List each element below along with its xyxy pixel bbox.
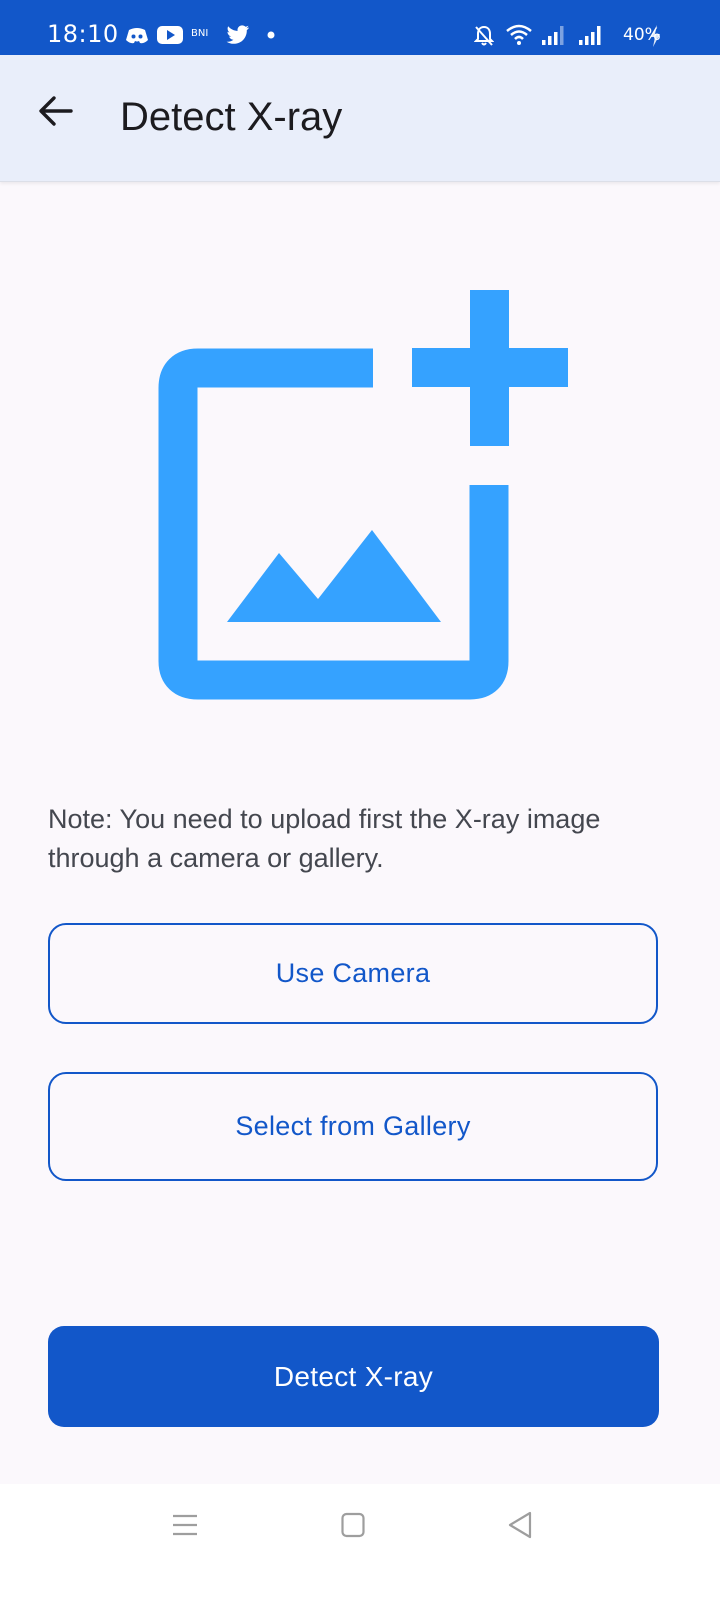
signal-icon [542,26,564,45]
arrow-back-icon [39,96,73,126]
dot-icon [267,31,275,39]
detect-xray-button[interactable]: Detect X-ray [48,1326,659,1427]
page-title: Detect X-ray [120,95,343,139]
wifi-icon [506,24,532,45]
twitter-icon [226,25,249,44]
add-photo-icon [158,290,568,700]
status-time: 18:10 [47,20,119,48]
system-nav-bar [0,1484,720,1600]
status-bar: 18:10 BNI 40% [0,0,720,55]
menu-icon[interactable] [172,1513,198,1537]
back-button[interactable] [28,83,84,139]
signal-icon [579,26,601,45]
instruction-note: Note: You need to upload first the X-ray… [48,804,601,873]
youtube-icon [157,26,183,44]
app-bar: Detect X-ray [0,55,720,182]
back-triangle-icon[interactable] [507,1511,533,1539]
battery-charging-icon [650,25,660,47]
discord-icon [126,28,148,44]
select-from-gallery-button[interactable]: Select from Gallery [48,1072,658,1181]
home-square-icon[interactable] [341,1512,365,1538]
bell-off-icon [474,25,494,46]
bni-icon: BNI [191,28,209,39]
use-camera-button[interactable]: Use Camera [48,923,658,1024]
